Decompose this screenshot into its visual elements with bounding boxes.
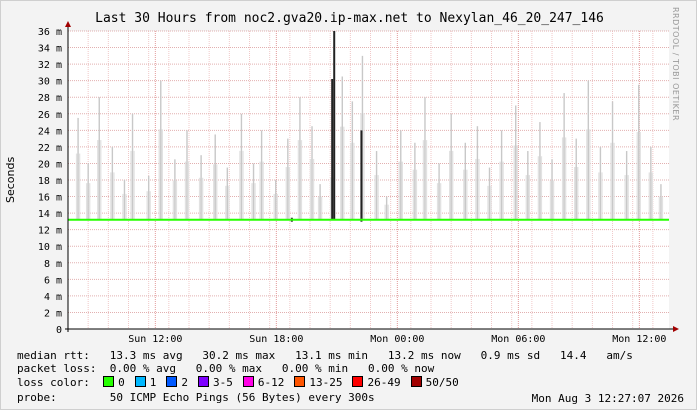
- y-tick-label: 8 m: [44, 259, 62, 270]
- loss-color-swatch: [103, 376, 115, 387]
- y-tick-label: 22 m: [38, 143, 62, 154]
- legend-packet-loss: packet loss: 0.00 % avg 0.00 % max 0.00 …: [17, 362, 435, 375]
- y-tick-label: 16 m: [38, 193, 62, 204]
- x-tick-label: Sun 18:00: [249, 334, 303, 345]
- timestamp: Mon Aug 3 12:27:07 2026: [531, 392, 684, 405]
- loss-color-item: 6-12: [242, 376, 285, 389]
- loss-color-swatch: [410, 376, 422, 387]
- legend-median-rtt: median rtt: 13.3 ms avg 30.2 ms max 13.1…: [17, 349, 633, 362]
- y-tick-label: 14 m: [38, 209, 62, 220]
- loss-color-swatch: [197, 376, 209, 387]
- x-tick-label: Mon 06:00: [491, 334, 545, 345]
- x-tick-label: Mon 12:00: [612, 334, 666, 345]
- loss-color-swatch: [294, 376, 306, 387]
- loss-color-item: 13-25: [294, 376, 342, 389]
- loss-color-label-text: 2: [181, 376, 188, 389]
- loss-color-label-text: 26-49: [367, 376, 401, 389]
- loss-color-items: 0 1 2 3-5 6-12 13-25 26-49 50/50: [103, 376, 469, 389]
- legend-loss-color: loss color: 0 1 2 3-5 6-12 13-25 26-49 50/50: [17, 376, 469, 389]
- loss-color-label-text: 3-5: [212, 376, 233, 389]
- loss-color-item: 26-49: [352, 376, 401, 389]
- plot-area: 0 2 m 4 m 6 m 8 m 10 m 12 m 14 m 16 m 18 m 20 m 22 …: [38, 21, 679, 345]
- loss-color-label-text: 0: [118, 376, 125, 389]
- y-tick-label: 26 m: [38, 110, 62, 121]
- loss-color-swatch: [166, 376, 178, 387]
- loss-color-item: 50/50: [410, 376, 459, 389]
- y-tick-label: 34 m: [38, 44, 62, 55]
- loss-color-label-text: 6-12: [257, 376, 285, 389]
- loss-color-label: loss color:: [17, 376, 90, 389]
- loss-color-swatch: [352, 376, 364, 387]
- smokeping-graph: Last 30 Hours from noc2.gva20.ip-max.net…: [0, 0, 697, 410]
- x-tick-label: Mon 00:00: [370, 334, 424, 345]
- loss-color-swatch: [134, 376, 146, 387]
- y-tick-label: 12 m: [38, 226, 62, 237]
- loss-color-label-text: 13-25: [309, 376, 343, 389]
- x-tick-label: Sun 12:00: [128, 334, 182, 345]
- loss-color-item: 2: [166, 376, 188, 389]
- y-axis-arrow: [65, 21, 71, 27]
- x-axis-arrow: [673, 326, 679, 332]
- loss-color-label-text: 50/50: [425, 376, 459, 389]
- y-tick-label: 32 m: [38, 60, 62, 71]
- y-tick-label: 30 m: [38, 77, 62, 88]
- y-tick-label: 0: [56, 325, 62, 336]
- y-tick-label: 36 m: [38, 27, 62, 38]
- loss-color-label-text: 1: [149, 376, 157, 389]
- y-tick-label: 2 m: [44, 308, 62, 319]
- y-tick-label: 28 m: [38, 93, 62, 104]
- y-tick-label: 4 m: [44, 292, 62, 303]
- y-tick-label: 24 m: [38, 126, 62, 137]
- y-tick-label: 10 m: [38, 242, 62, 253]
- loss-color-item: 1: [134, 376, 157, 389]
- loss-color-item: 0: [103, 376, 125, 389]
- y-tick-label: 20 m: [38, 159, 62, 170]
- y-tick-label: 6 m: [44, 275, 62, 286]
- loss-color-swatch: [242, 376, 254, 387]
- legend-probe: probe: 50 ICMP Echo Pings (56 Bytes) eve…: [17, 391, 375, 404]
- y-tick-label: 18 m: [38, 176, 62, 187]
- loss-color-item: 3-5: [197, 376, 233, 389]
